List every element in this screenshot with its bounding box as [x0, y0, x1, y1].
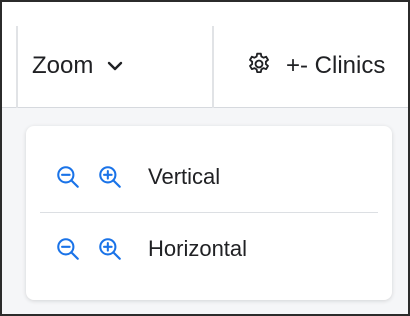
clinics-label: +- Clinics — [286, 52, 386, 79]
chevron-down-icon — [107, 58, 123, 76]
toolbar-divider — [16, 26, 18, 108]
zoom-out-icon[interactable] — [52, 161, 84, 193]
zoom-dropdown-button[interactable]: Zoom — [32, 46, 123, 86]
clinics-button[interactable]: +- Clinics — [246, 46, 385, 86]
toolbar-divider — [212, 26, 214, 108]
app-frame: Zoom +- Clinics Vertical Horizontal — [0, 0, 410, 316]
zoom-in-icon[interactable] — [94, 233, 126, 265]
panel-divider — [40, 212, 378, 213]
zoom-row-vertical: Vertical — [26, 142, 392, 212]
zoom-out-icon[interactable] — [52, 233, 84, 265]
toolbar: Zoom +- Clinics — [2, 2, 408, 108]
zoom-in-icon[interactable] — [94, 161, 126, 193]
vertical-label: Vertical — [148, 164, 221, 189]
zoom-panel: Vertical Horizontal — [26, 126, 392, 300]
gear-icon — [246, 51, 272, 82]
zoom-row-horizontal: Horizontal — [26, 214, 392, 284]
zoom-label: Zoom — [32, 52, 94, 79]
horizontal-label: Horizontal — [148, 236, 248, 261]
